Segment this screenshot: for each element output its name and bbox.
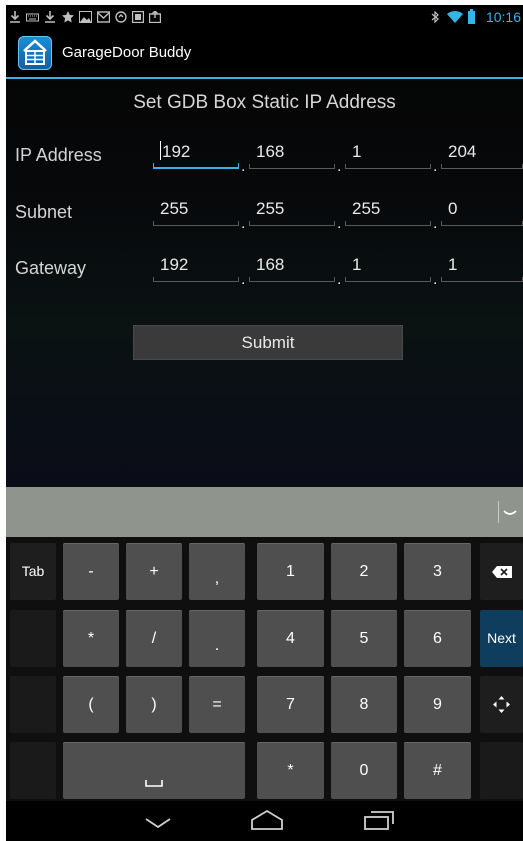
empty-key [10, 676, 56, 733]
cursor-move-icon [493, 696, 510, 713]
backspace-key[interactable] [480, 543, 523, 600]
period-key[interactable]: . [189, 610, 245, 667]
hash-key[interactable]: # [404, 742, 471, 799]
text-cursor [160, 141, 161, 160]
cursor-move-key[interactable] [480, 676, 523, 733]
subnet-octet-1-value: 255 [160, 199, 189, 218]
keyboard-icon [26, 13, 39, 22]
key-4[interactable]: 4 [257, 610, 324, 667]
numeric-keyboard: Tab - + , 1 2 3 * / . 4 5 6 Next ( ) = 7… [6, 537, 523, 801]
recents-icon[interactable] [363, 810, 395, 830]
space-bar-icon [145, 780, 163, 787]
submit-button[interactable]: Submit [133, 325, 403, 360]
empty-key [480, 742, 523, 799]
key-2[interactable]: 2 [331, 543, 397, 600]
app-title: GarageDoor Buddy [62, 44, 192, 61]
equals-key[interactable]: = [189, 676, 245, 733]
octet-separator: . [241, 271, 246, 288]
tab-key[interactable]: Tab [10, 543, 56, 600]
ip-address-label: IP Address [15, 145, 102, 165]
key-7[interactable]: 7 [257, 676, 324, 733]
wifi-icon [447, 10, 463, 23]
subnet-octet-4-input[interactable]: 0 [441, 198, 523, 226]
screenshot-icon [132, 11, 144, 23]
minus-key[interactable]: - [63, 543, 119, 600]
action-bar: GarageDoor Buddy [6, 29, 523, 79]
octet-separator: . [337, 158, 342, 175]
key-3[interactable]: 3 [404, 543, 471, 600]
download-icon [10, 11, 20, 23]
navigation-bar [6, 801, 523, 841]
octet-separator: . [337, 271, 342, 288]
gateway-octet-4-value: 1 [448, 255, 458, 274]
gateway-label: Gateway [15, 258, 87, 278]
bluetooth-icon [431, 11, 439, 23]
battery-icon [468, 9, 475, 24]
back-icon[interactable] [144, 817, 172, 829]
gmail-icon [97, 11, 110, 23]
subnet-octet-2-value: 255 [256, 199, 285, 218]
subnet-octet-2-input[interactable]: 255 [249, 198, 335, 226]
star-key[interactable]: * [257, 742, 324, 799]
keyboard-suggestion-strip [6, 487, 523, 537]
space-key[interactable]: space [63, 742, 245, 799]
gateway-octet-2-value: 168 [256, 255, 285, 274]
empty-key [10, 742, 56, 799]
key-0[interactable]: 0 [331, 742, 397, 799]
ip-config-form: Set GDB Box Static IP Address IP Address… [6, 79, 523, 487]
key-5[interactable]: 5 [331, 610, 397, 667]
subnet-octet-1-input[interactable]: 255 [153, 198, 239, 226]
plus-key[interactable]: + [126, 543, 182, 600]
octet-separator: . [433, 271, 438, 288]
garage-door-icon[interactable] [18, 36, 52, 70]
open-paren-key[interactable]: ( [63, 676, 119, 733]
status-bar: 10:16 [6, 5, 523, 29]
gateway-octet-1-value: 192 [160, 255, 189, 274]
key-8[interactable]: 8 [331, 676, 397, 733]
gateway-octet-2-input[interactable]: 168 [249, 254, 335, 282]
subnet-octet-4-value: 0 [448, 199, 458, 218]
subnet-label: Subnet [15, 202, 73, 222]
gateway-octet-3-value: 1 [352, 255, 362, 274]
sync-icon [115, 11, 127, 23]
octet-separator: . [337, 215, 342, 232]
next-key[interactable]: Next [480, 610, 523, 667]
octet-separator: . [433, 158, 438, 175]
subnet-octet-3-input[interactable]: 255 [345, 198, 431, 226]
image-icon [79, 11, 92, 23]
key-9[interactable]: 9 [404, 676, 471, 733]
backspace-icon [492, 566, 512, 578]
gateway-octet-1-input[interactable]: 192 [153, 254, 239, 282]
gateway-octet-3-input[interactable]: 1 [345, 254, 431, 282]
close-paren-key[interactable]: ) [126, 676, 182, 733]
status-time: 10:16 [485, 9, 521, 25]
slash-key[interactable]: / [126, 610, 182, 667]
octet-separator: . [433, 215, 438, 232]
page-title: Set GDB Box Static IP Address [133, 92, 396, 113]
key-6[interactable]: 6 [404, 610, 471, 667]
ip-octet-1-input[interactable]: 192 [153, 141, 239, 169]
empty-key [10, 610, 56, 667]
comma-key[interactable]: , [189, 543, 245, 600]
ip-octet-3-value: 1 [352, 142, 362, 161]
key-1[interactable]: 1 [257, 543, 324, 600]
ip-octet-2-value: 168 [256, 142, 285, 161]
download-icon [45, 11, 55, 23]
ip-octet-4-value: 204 [448, 142, 477, 161]
asterisk-key[interactable]: * [63, 610, 119, 667]
device-screen: 10:16 GarageDoor Buddy Set GDB Box Stati… [6, 5, 523, 841]
ip-octet-2-input[interactable]: 168 [249, 141, 335, 169]
home-icon[interactable] [250, 809, 284, 831]
octet-separator: . [241, 158, 246, 175]
octet-separator: . [241, 215, 246, 232]
upload-icon [149, 11, 161, 23]
ip-octet-1-value: 192 [162, 142, 191, 161]
ip-octet-3-input[interactable]: 1 [345, 141, 431, 169]
ip-octet-4-input[interactable]: 204 [441, 141, 523, 169]
gateway-octet-4-input[interactable]: 1 [441, 254, 523, 282]
chevron-down-icon[interactable] [498, 501, 521, 523]
star-icon [62, 11, 74, 23]
subnet-octet-3-value: 255 [352, 199, 381, 218]
